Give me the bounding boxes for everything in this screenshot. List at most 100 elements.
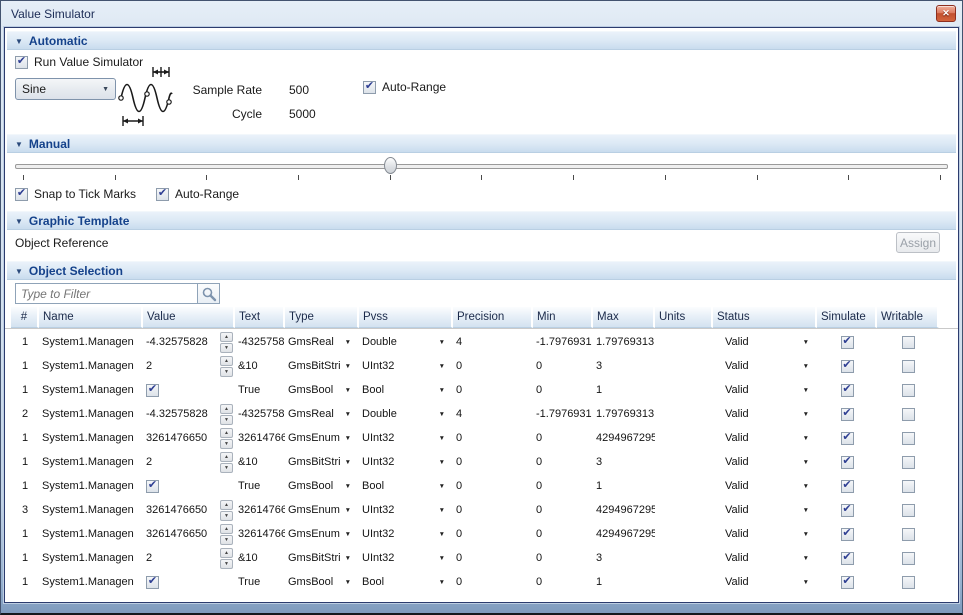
writable-checkbox[interactable]: ✔ (902, 552, 915, 565)
spinner-up-icon[interactable]: ▲ (220, 332, 233, 342)
table-row[interactable]: 2 System1.Managen -4.32575828 ▲ ▼ -43257… (11, 402, 958, 426)
value-checkbox[interactable]: ✔ (146, 384, 159, 397)
value-spinner[interactable]: ▲ ▼ (220, 428, 233, 449)
graphic-template-section-header[interactable]: ▼Graphic Template (7, 211, 956, 230)
row-type-dropdown[interactable]: GmsEnum ▼ (285, 498, 359, 522)
table-row[interactable]: 1 System1.Managen ✔ True GmsBool ▼ Bool … (11, 378, 958, 402)
slider-thumb[interactable] (384, 157, 397, 174)
table-row[interactable]: 1 System1.Managen 3261476650 ▲ ▼ 3261476… (11, 522, 958, 546)
row-status-dropdown[interactable]: Valid ▼ (713, 570, 817, 594)
run-value-simulator-checkbox[interactable]: ✔ (15, 56, 28, 69)
value-spinner[interactable]: ▲ ▼ (220, 332, 233, 353)
column-header-text[interactable]: Text (235, 307, 285, 328)
spinner-down-icon[interactable]: ▼ (220, 367, 233, 377)
row-status-dropdown[interactable]: Valid ▼ (713, 546, 817, 570)
spinner-up-icon[interactable]: ▲ (220, 524, 233, 534)
row-status-dropdown[interactable]: Valid ▼ (713, 378, 817, 402)
writable-checkbox[interactable]: ✔ (902, 432, 915, 445)
row-pvss-dropdown[interactable]: Double ▼ (359, 330, 453, 354)
manual-section-header[interactable]: ▼Manual (7, 134, 956, 153)
column-header-min[interactable]: Min (533, 307, 593, 328)
row-pvss-dropdown[interactable]: UInt32 ▼ (359, 426, 453, 450)
value-number[interactable]: -4.32575828 (146, 408, 208, 420)
row-pvss-dropdown[interactable]: UInt32 ▼ (359, 450, 453, 474)
value-number[interactable]: 2 (146, 360, 152, 372)
table-row[interactable]: 1 System1.Managen 3261476650 ▲ ▼ 3261476… (11, 426, 958, 450)
row-type-dropdown[interactable]: GmsBitStri ▼ (285, 354, 359, 378)
simulate-checkbox[interactable]: ✔ (841, 576, 854, 589)
column-header-writable[interactable]: Writable (877, 307, 939, 328)
writable-checkbox[interactable]: ✔ (902, 408, 915, 421)
row-pvss-dropdown[interactable]: UInt32 ▼ (359, 546, 453, 570)
row-status-dropdown[interactable]: Valid ▼ (713, 522, 817, 546)
column-header-simulate[interactable]: Simulate (817, 307, 877, 328)
row-status-dropdown[interactable]: Valid ▼ (713, 498, 817, 522)
row-status-dropdown[interactable]: Valid ▼ (713, 450, 817, 474)
value-spinner[interactable]: ▲ ▼ (220, 452, 233, 473)
value-number[interactable]: 3261476650 (146, 432, 207, 444)
spinner-up-icon[interactable]: ▲ (220, 548, 233, 558)
table-row[interactable]: 3 System1.Managen 3261476650 ▲ ▼ 3261476… (11, 498, 958, 522)
spinner-up-icon[interactable]: ▲ (220, 500, 233, 510)
simulate-checkbox[interactable]: ✔ (841, 408, 854, 421)
row-pvss-dropdown[interactable]: UInt32 ▼ (359, 522, 453, 546)
value-spinner[interactable]: ▲ ▼ (220, 524, 233, 545)
value-checkbox[interactable]: ✔ (146, 480, 159, 493)
row-pvss-dropdown[interactable]: UInt32 ▼ (359, 498, 453, 522)
row-status-dropdown[interactable]: Valid ▼ (713, 402, 817, 426)
row-pvss-dropdown[interactable]: Bool ▼ (359, 570, 453, 594)
table-row[interactable]: 1 System1.Managen ✔ True GmsBool ▼ Bool … (11, 570, 958, 594)
simulate-checkbox[interactable]: ✔ (841, 528, 854, 541)
filter-input[interactable] (15, 283, 197, 304)
column-header-value[interactable]: Value (143, 307, 235, 328)
value-number[interactable]: -4.32575828 (146, 336, 208, 348)
simulate-checkbox[interactable]: ✔ (841, 480, 854, 493)
manual-auto-range-checkbox[interactable]: ✔ (156, 188, 169, 201)
spinner-down-icon[interactable]: ▼ (220, 439, 233, 449)
row-status-dropdown[interactable]: Valid ▼ (713, 426, 817, 450)
value-spinner[interactable]: ▲ ▼ (220, 356, 233, 377)
automatic-section-header[interactable]: ▼Automatic (7, 31, 956, 50)
row-type-dropdown[interactable]: GmsBool ▼ (285, 378, 359, 402)
row-type-dropdown[interactable]: GmsBitStri ▼ (285, 450, 359, 474)
row-type-dropdown[interactable]: GmsBool ▼ (285, 474, 359, 498)
simulate-checkbox[interactable]: ✔ (841, 360, 854, 373)
writable-checkbox[interactable]: ✔ (902, 528, 915, 541)
waveform-dropdown[interactable]: Sine ▼ (15, 78, 116, 100)
column-header-max[interactable]: Max (593, 307, 655, 328)
spinner-up-icon[interactable]: ▲ (220, 428, 233, 438)
value-spinner[interactable]: ▲ ▼ (220, 548, 233, 569)
slider-track[interactable] (15, 164, 948, 169)
spinner-up-icon[interactable]: ▲ (220, 404, 233, 414)
spinner-down-icon[interactable]: ▼ (220, 415, 233, 425)
column-header-precision[interactable]: Precision (453, 307, 533, 328)
row-pvss-dropdown[interactable]: Double ▼ (359, 402, 453, 426)
value-number[interactable]: 3261476650 (146, 528, 207, 540)
row-type-dropdown[interactable]: GmsBitStri ▼ (285, 546, 359, 570)
writable-checkbox[interactable]: ✔ (902, 360, 915, 373)
search-button[interactable] (197, 283, 220, 304)
writable-checkbox[interactable]: ✔ (902, 456, 915, 469)
row-pvss-dropdown[interactable]: UInt32 ▼ (359, 354, 453, 378)
column-header-status[interactable]: Status (713, 307, 817, 328)
row-status-dropdown[interactable]: Valid ▼ (713, 354, 817, 378)
writable-checkbox[interactable]: ✔ (902, 480, 915, 493)
close-button[interactable]: ✕ (936, 5, 956, 22)
writable-checkbox[interactable]: ✔ (902, 576, 915, 589)
spinner-down-icon[interactable]: ▼ (220, 535, 233, 545)
row-type-dropdown[interactable]: GmsReal ▼ (285, 402, 359, 426)
object-selection-section-header[interactable]: ▼Object Selection (7, 261, 956, 280)
row-status-dropdown[interactable]: Valid ▼ (713, 330, 817, 354)
spinner-down-icon[interactable]: ▼ (220, 559, 233, 569)
table-row[interactable]: 1 System1.Managen 2 ▲ ▼ &10 GmsBitStri ▼… (11, 450, 958, 474)
value-checkbox[interactable]: ✔ (146, 576, 159, 589)
row-pvss-dropdown[interactable]: Bool ▼ (359, 378, 453, 402)
automatic-auto-range-checkbox[interactable]: ✔ (363, 81, 376, 94)
value-spinner[interactable]: ▲ ▼ (220, 500, 233, 521)
row-status-dropdown[interactable]: Valid ▼ (713, 474, 817, 498)
simulate-checkbox[interactable]: ✔ (841, 384, 854, 397)
value-number[interactable]: 2 (146, 456, 152, 468)
value-number[interactable]: 2 (146, 552, 152, 564)
spinner-up-icon[interactable]: ▲ (220, 452, 233, 462)
column-header-num[interactable]: # (11, 307, 39, 328)
